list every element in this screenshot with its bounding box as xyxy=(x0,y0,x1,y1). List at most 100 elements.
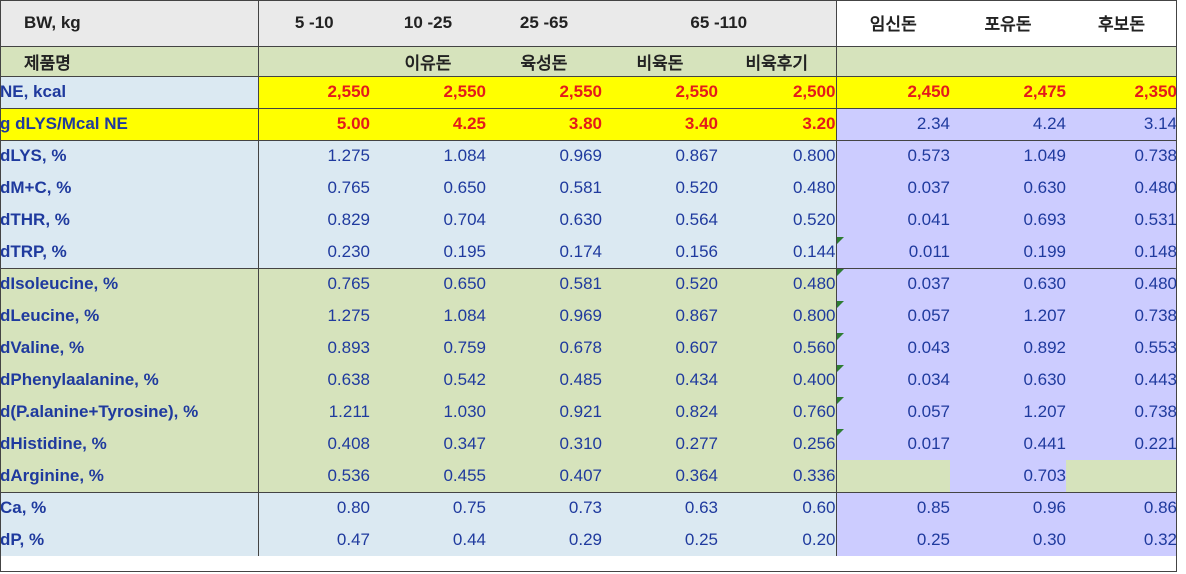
value-cell: 0.347 xyxy=(370,428,486,460)
value-cell: 0.738 xyxy=(1066,396,1178,428)
value-cell: 0.738 xyxy=(1066,139,1178,172)
comment-indicator-icon[interactable] xyxy=(837,429,844,436)
value-cell: 2,350 xyxy=(1066,76,1178,109)
value-cell: 0.536 xyxy=(257,460,370,492)
product-name-row: 제품명 이유돈 육성돈 비육돈 비육후기 xyxy=(0,46,1178,77)
bw-range-5-10: 5 -10 xyxy=(257,0,370,47)
value-cell: 0.44 xyxy=(370,524,486,556)
value-cell: 0.892 xyxy=(950,332,1067,364)
value-cell: 0.829 xyxy=(257,204,370,236)
comment-indicator-icon[interactable] xyxy=(837,333,844,340)
product-name-cell: 비육후기 xyxy=(718,46,837,77)
comment-indicator-icon[interactable] xyxy=(837,269,844,276)
value-cell: 0.75 xyxy=(370,491,486,524)
value-cell: 1.275 xyxy=(257,300,370,332)
value-cell: 0.765 xyxy=(257,172,370,204)
value-cell: 0.564 xyxy=(602,204,718,236)
sow-lactating-header: 포유돈 xyxy=(950,0,1067,47)
value-cell: 0.434 xyxy=(602,364,718,396)
value-cell: 1.084 xyxy=(370,139,486,172)
value-cell: 3.40 xyxy=(602,108,718,140)
value-cell: 0.199 xyxy=(950,236,1067,268)
value-cell: 1.275 xyxy=(257,139,370,172)
value-cell: 0.759 xyxy=(370,332,486,364)
bw-range-25-65: 25 -65 xyxy=(486,0,602,47)
bw-range-65-110: 65 -110 xyxy=(602,0,837,47)
value-cell: 0.480 xyxy=(718,172,837,204)
value-cell: 0.73 xyxy=(486,491,602,524)
value-cell: 0.630 xyxy=(950,172,1067,204)
value-cell: 0.703 xyxy=(950,460,1067,492)
row-label: dP, % xyxy=(0,524,258,556)
table-row: Ca, % 0.80 0.75 0.73 0.63 0.60 0.85 0.96 0.86 xyxy=(0,491,1178,524)
value-cell: 1.084 xyxy=(370,300,486,332)
value-cell: 0.480 xyxy=(718,267,837,300)
value-cell: 0.30 xyxy=(950,524,1067,556)
value-cell: 3.20 xyxy=(718,108,837,140)
row-label: dLYS, % xyxy=(0,139,258,172)
value-cell: 0.455 xyxy=(370,460,486,492)
row-label: d(P.alanine+Tyrosine), % xyxy=(0,396,258,428)
table-row: dValine, % 0.893 0.759 0.678 0.607 0.560 0.043… xyxy=(0,332,1178,364)
bw-range-10-25: 10 -25 xyxy=(370,0,486,47)
value-cell: 0.80 xyxy=(257,491,370,524)
comment-indicator-icon[interactable] xyxy=(837,397,844,404)
table-row: dPhenylaalanine, % 0.638 0.542 0.485 0.434 0.… xyxy=(0,364,1178,396)
comment-indicator-icon[interactable] xyxy=(837,365,844,372)
value-cell: 0.277 xyxy=(602,428,718,460)
value-cell: 0.310 xyxy=(486,428,602,460)
value-cell: 1.207 xyxy=(950,396,1067,428)
value-cell: 0.174 xyxy=(486,236,602,268)
value-cell: 0.011 xyxy=(835,236,951,268)
value-cell: 1.211 xyxy=(257,396,370,428)
nutrient-spec-table: BW, kg 5 -10 10 -25 25 -65 65 -110 임신돈 포… xyxy=(0,0,1178,556)
value-cell: 0.969 xyxy=(486,139,602,172)
table-row: NE, kcal 2,550 2,550 2,550 2,550 2,500 2,450 2,… xyxy=(0,76,1178,109)
value-cell: 0.195 xyxy=(370,236,486,268)
row-label: NE, kcal xyxy=(0,76,258,109)
value-cell: 0.32 xyxy=(1066,524,1178,556)
value-cell: 5.00 xyxy=(257,108,370,140)
value-cell: 0.148 xyxy=(1066,236,1178,268)
value-cell: 0.60 xyxy=(718,491,837,524)
value-cell xyxy=(1066,460,1178,492)
value-cell: 0.638 xyxy=(257,364,370,396)
value-cell: 0.037 xyxy=(835,172,951,204)
value-cell: 2,475 xyxy=(950,76,1067,109)
value-cell: 0.144 xyxy=(718,236,837,268)
value-cell: 0.969 xyxy=(486,300,602,332)
value-cell: 0.256 xyxy=(718,428,837,460)
table-row: dHistidine, % 0.408 0.347 0.310 0.277 0.256 0.… xyxy=(0,428,1178,460)
table-row: dM+C, % 0.765 0.650 0.581 0.520 0.480 0.037 0.6… xyxy=(0,172,1178,204)
product-name-label: 제품명 xyxy=(0,46,258,77)
value-cell: 0.531 xyxy=(1066,204,1178,236)
value-cell: 0.85 xyxy=(835,491,951,524)
table-row: dTRP, % 0.230 0.195 0.174 0.156 0.144 0.011 0.1… xyxy=(0,236,1178,268)
value-cell: 0.20 xyxy=(718,524,837,556)
table-row: dArginine, % 0.536 0.455 0.407 0.364 0.336 0.7… xyxy=(0,460,1178,492)
comment-indicator-icon[interactable] xyxy=(837,301,844,308)
header-row: BW, kg 5 -10 10 -25 25 -65 65 -110 임신돈 포… xyxy=(0,0,1178,47)
value-cell: 0.553 xyxy=(1066,332,1178,364)
value-cell: 0.480 xyxy=(1066,267,1178,300)
row-label: dArginine, % xyxy=(0,460,258,492)
value-cell: 0.573 xyxy=(835,139,951,172)
value-cell: 0.336 xyxy=(718,460,837,492)
value-cell: 0.043 xyxy=(835,332,951,364)
value-cell: 2,550 xyxy=(602,76,718,109)
value-cell: 0.650 xyxy=(370,172,486,204)
value-cell: 0.520 xyxy=(602,172,718,204)
value-cell: 0.29 xyxy=(486,524,602,556)
value-cell: 4.25 xyxy=(370,108,486,140)
product-name-cell-empty xyxy=(1066,46,1178,77)
value-cell: 2,450 xyxy=(835,76,951,109)
value-cell: 0.034 xyxy=(835,364,951,396)
value-cell: 4.24 xyxy=(950,108,1067,140)
value-cell: 0.400 xyxy=(718,364,837,396)
comment-indicator-icon[interactable] xyxy=(837,237,844,244)
row-label: dPhenylaalanine, % xyxy=(0,364,258,396)
row-label: g dLYS/Mcal NE xyxy=(0,108,258,140)
product-name-cell: 육성돈 xyxy=(486,46,602,77)
value-cell: 0.25 xyxy=(835,524,951,556)
value-cell: 0.443 xyxy=(1066,364,1178,396)
